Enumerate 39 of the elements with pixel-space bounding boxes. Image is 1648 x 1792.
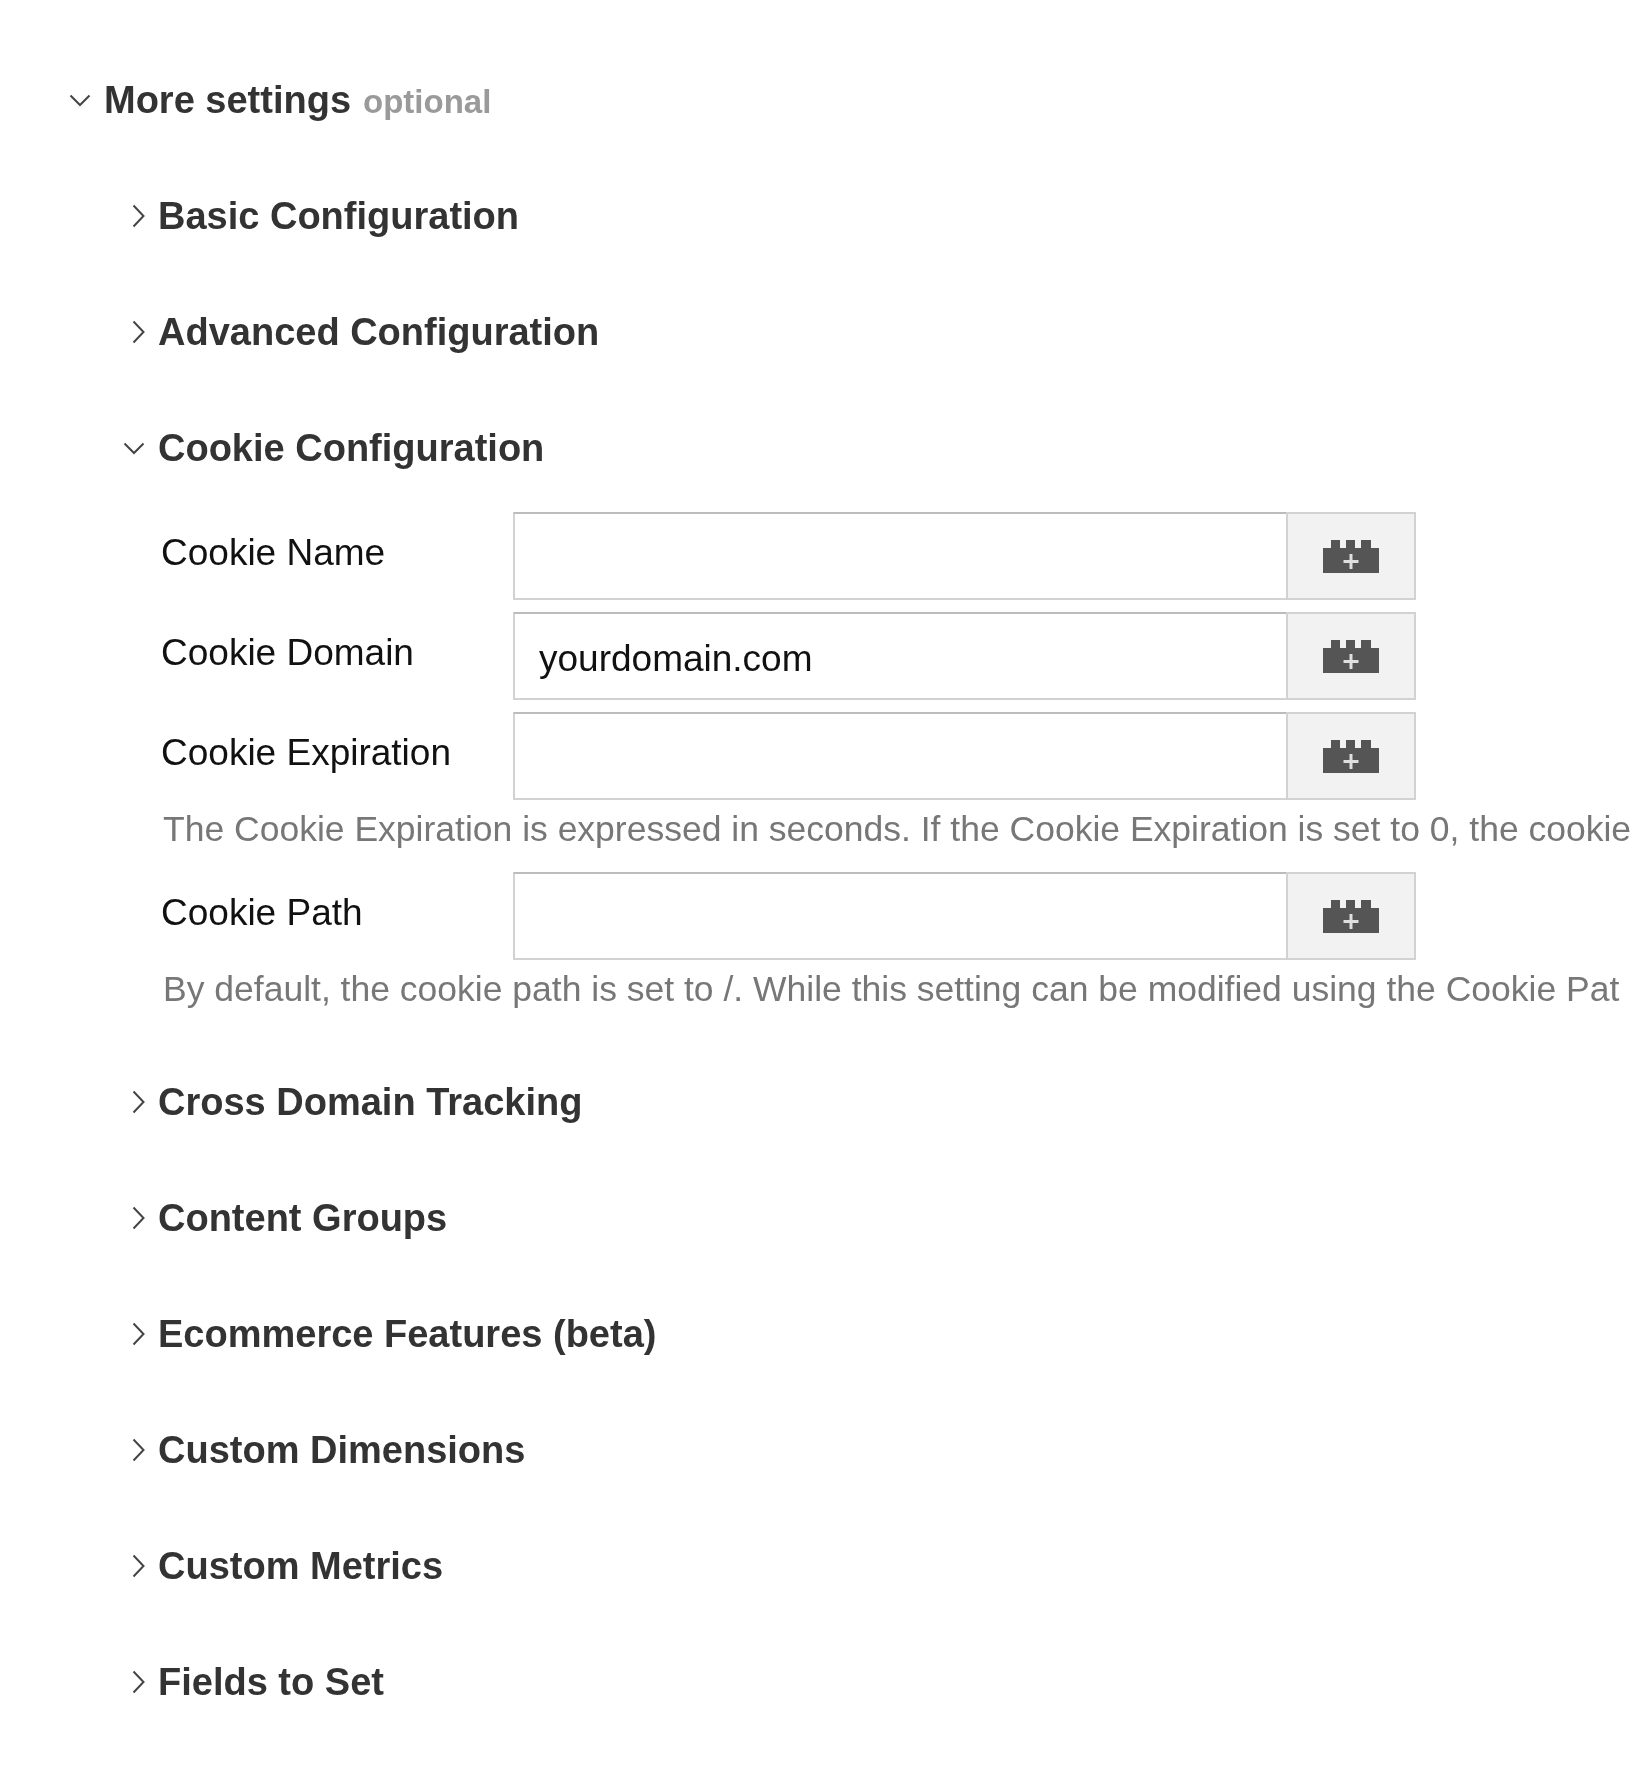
variable-button[interactable] (1286, 612, 1416, 700)
chevron-right-icon[interactable] (132, 204, 145, 228)
optional-hint: optional (363, 82, 492, 122)
chevron-right-icon[interactable] (132, 1438, 145, 1462)
chevron-right-icon[interactable] (132, 1322, 145, 1346)
brick-plus-icon (1323, 739, 1379, 773)
variable-button[interactable] (1286, 512, 1416, 600)
section-title[interactable]: Ecommerce Features (beta) (158, 1305, 657, 1363)
field-label: Cookie Path (161, 892, 364, 934)
chevron-right-icon[interactable] (132, 1554, 145, 1578)
text-input[interactable] (513, 872, 1286, 960)
section-title[interactable]: Advanced Configuration (158, 303, 600, 361)
chevron-right-icon[interactable] (132, 1670, 145, 1694)
section-title[interactable]: More settings (104, 71, 352, 129)
section-title[interactable]: Fields to Set (158, 1653, 384, 1711)
help-text: The Cookie Expiration is expressed in seconds. If the Cookie Expiration is set to 0, the cookie (162, 809, 1633, 849)
chevron-right-icon[interactable] (132, 1090, 145, 1114)
chevron-right-icon[interactable] (132, 1206, 145, 1230)
section-title[interactable]: Custom Metrics (158, 1537, 444, 1595)
section-title[interactable]: Cross Domain Tracking (158, 1073, 583, 1131)
section-title[interactable]: Content Groups (158, 1189, 448, 1247)
section-title[interactable]: Custom Dimensions (158, 1421, 526, 1479)
variable-button[interactable] (1286, 712, 1416, 800)
field-label: Cookie Name (161, 532, 387, 574)
brick-plus-icon (1323, 639, 1379, 673)
variable-button[interactable] (1286, 872, 1416, 960)
section-title[interactable]: Basic Configuration (158, 187, 520, 245)
brick-plus-icon (1323, 539, 1379, 573)
help-text: By default, the cookie path is set to /. While this setting can be modified using the Cookie Pat (162, 969, 1621, 1009)
field-label: Cookie Domain (161, 632, 415, 674)
brick-plus-icon (1323, 899, 1379, 933)
field-label: Cookie Expiration (161, 732, 452, 774)
chevron-right-icon[interactable] (132, 320, 145, 344)
chevron-down-icon[interactable] (69, 93, 91, 107)
section-title[interactable]: Cookie Configuration (158, 419, 545, 477)
text-input[interactable] (513, 712, 1286, 800)
text-input[interactable]: yourdomain.com (513, 612, 1286, 700)
chevron-down-icon[interactable] (123, 441, 145, 455)
text-input[interactable] (513, 512, 1286, 600)
